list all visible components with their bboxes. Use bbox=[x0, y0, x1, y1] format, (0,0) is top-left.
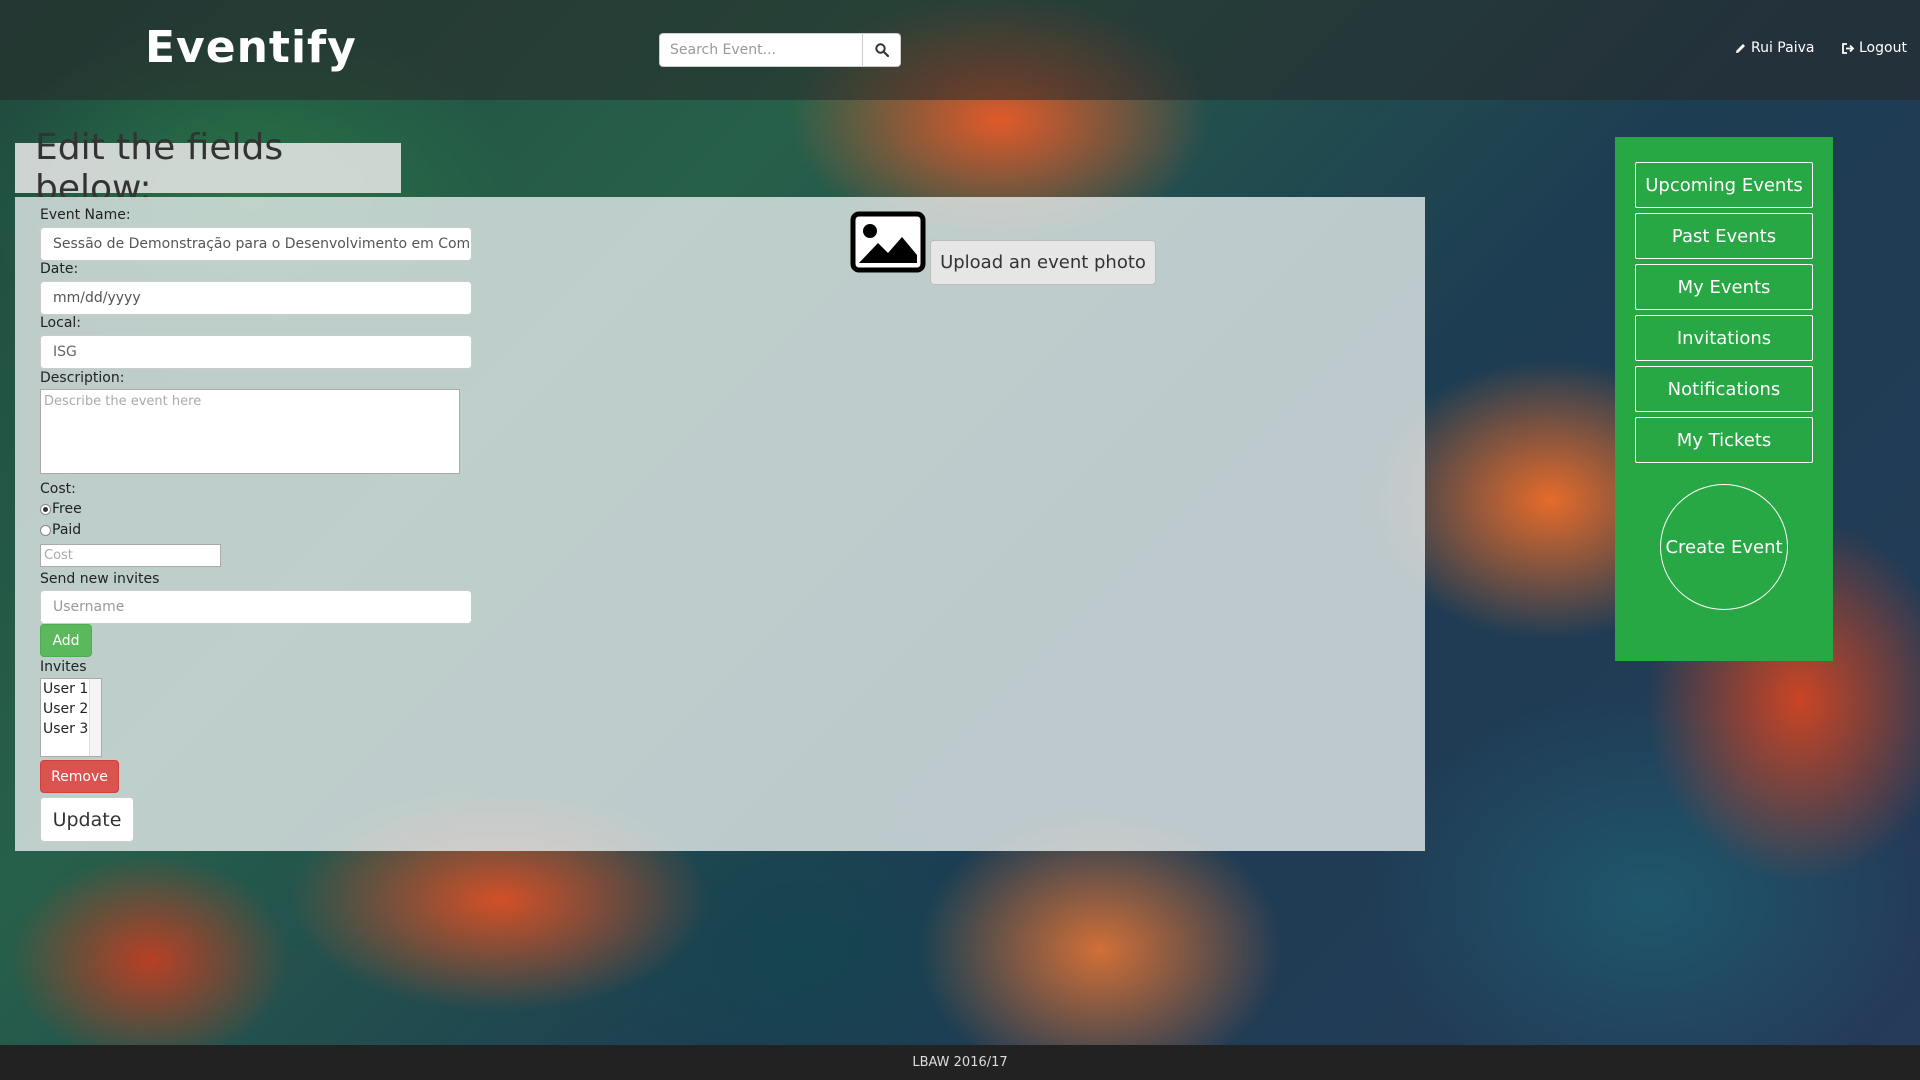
add-invite-button[interactable]: Add bbox=[40, 624, 92, 657]
sidebar-item-my-tickets[interactable]: My Tickets bbox=[1635, 417, 1813, 463]
event-name-field[interactable]: Sessão de Demonstração para o Desenvolvi… bbox=[40, 227, 472, 261]
edit-event-form: Event Name: Sessão de Demonstração para … bbox=[15, 197, 1425, 851]
sidebar-item-upcoming-events[interactable]: Upcoming Events bbox=[1635, 162, 1813, 208]
profile-name: Rui Paiva bbox=[1751, 40, 1815, 56]
search-button[interactable] bbox=[863, 33, 901, 67]
free-radio-label: Free bbox=[52, 501, 82, 517]
invites-listbox[interactable]: User 1 User 2 User 3 bbox=[40, 678, 102, 757]
logout-icon bbox=[1842, 42, 1855, 54]
listbox-scrollbar[interactable] bbox=[89, 679, 101, 756]
logout-link[interactable]: Logout bbox=[1841, 40, 1907, 56]
logout-label: Logout bbox=[1859, 40, 1907, 56]
free-radio[interactable] bbox=[40, 503, 51, 515]
search-input[interactable] bbox=[659, 33, 863, 67]
cost-input[interactable]: Cost bbox=[40, 544, 221, 567]
top-navbar: Eventify Rui Paiva Logout bbox=[0, 0, 1920, 100]
sidebar-item-invitations[interactable]: Invitations bbox=[1635, 315, 1813, 361]
local-field[interactable]: ISG bbox=[40, 335, 472, 369]
date-label: Date: bbox=[40, 261, 79, 277]
footer-text: LBAW 2016/17 bbox=[912, 1055, 1008, 1070]
search-bar bbox=[659, 33, 901, 67]
description-field[interactable]: Describe the event here bbox=[40, 389, 460, 474]
upload-photo-button[interactable]: Upload an event photo bbox=[930, 240, 1156, 285]
username-input[interactable]: Username bbox=[40, 590, 472, 624]
event-name-label: Event Name: bbox=[40, 207, 131, 223]
profile-link[interactable]: Rui Paiva bbox=[1734, 40, 1814, 56]
sidebar-item-my-events[interactable]: My Events bbox=[1635, 264, 1813, 310]
image-icon bbox=[850, 211, 926, 277]
remove-invite-button[interactable]: Remove bbox=[40, 760, 119, 793]
description-label: Description: bbox=[40, 370, 125, 386]
sidebar-item-notifications[interactable]: Notifications bbox=[1635, 366, 1813, 412]
sidebar-item-past-events[interactable]: Past Events bbox=[1635, 213, 1813, 259]
form-heading-box: Edit the fields below: bbox=[15, 127, 401, 209]
brand-logo[interactable]: Eventify bbox=[145, 22, 357, 73]
paid-radio-label: Paid bbox=[52, 522, 82, 538]
cost-label: Cost: bbox=[40, 481, 76, 497]
cost-free-option[interactable]: Free bbox=[40, 501, 82, 517]
invites-list-label: Invites bbox=[40, 659, 87, 675]
update-button[interactable]: Update bbox=[40, 797, 134, 842]
create-event-button[interactable]: Create Event bbox=[1660, 484, 1788, 610]
cost-paid-option[interactable]: Paid bbox=[40, 522, 81, 538]
sidebar: Upcoming Events Past Events My Events In… bbox=[1615, 137, 1833, 661]
local-label: Local: bbox=[40, 315, 82, 331]
paid-radio[interactable] bbox=[40, 524, 51, 536]
date-field[interactable]: mm/dd/yyyy bbox=[40, 281, 472, 315]
search-icon bbox=[874, 43, 889, 57]
footer: LBAW 2016/17 bbox=[0, 1045, 1920, 1080]
invites-label: Send new invites bbox=[40, 571, 160, 587]
pencil-icon bbox=[1736, 43, 1745, 53]
